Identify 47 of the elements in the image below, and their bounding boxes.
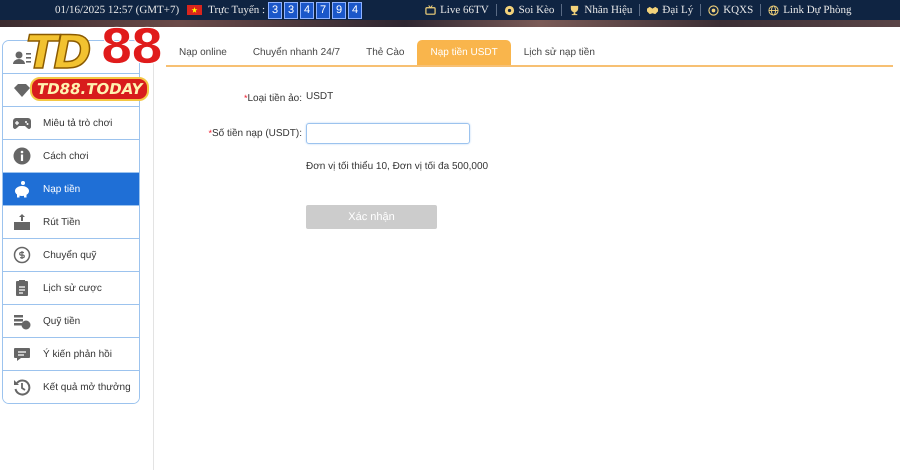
online-count-digit: 7	[316, 2, 330, 18]
amount-limit-hint: Đơn vị tối thiểu 10, Đơn vị tối đa 500,000	[306, 161, 490, 172]
sidebar-label: Ý kiến phản hồi	[43, 348, 112, 360]
currency-value: USDT	[306, 91, 334, 104]
nav-link[interactable]: Đại Lý	[640, 4, 702, 16]
nav-link[interactable]: Live 66TV	[418, 4, 497, 16]
amount-input-field[interactable]	[306, 123, 470, 144]
logo-letters: TD	[26, 25, 88, 79]
tv-icon	[425, 4, 436, 16]
online-count-digit: 9	[332, 2, 346, 18]
trophy-icon	[569, 4, 580, 16]
online-count-digit: 3	[284, 2, 298, 18]
nav-link[interactable]: Nhãn Hiệu	[562, 4, 640, 16]
sidebar-item[interactable]: Nạp tiền	[3, 173, 139, 206]
dollar-coin-icon	[13, 246, 31, 264]
nav-link[interactable]: KQXS	[701, 4, 762, 16]
field-label: *Loại tiền ảo:	[244, 92, 302, 104]
sidebar-label: Chuyển quỹ	[43, 250, 96, 260]
logo-domain-badge: TD88.TODAY	[30, 77, 150, 101]
tab[interactable]: Chuyển nhanh 24/7	[240, 40, 354, 65]
online-label: Trực Tuyến :	[208, 4, 266, 16]
tab[interactable]: Thẻ Cào	[353, 40, 418, 65]
datetime-text: 01/16/2025 12:57 (GMT+7)	[55, 4, 180, 16]
history-icon	[13, 378, 31, 396]
lottery-ball-icon	[708, 4, 720, 16]
tab[interactable]: Lịch sử nạp tiền	[510, 40, 608, 65]
info-icon	[13, 147, 31, 165]
nav-link[interactable]: Link Dự Phòng	[761, 4, 858, 16]
field-label: *Số tiền nạp (USDT):	[208, 128, 302, 139]
speech-bubble-icon	[13, 345, 31, 363]
globe-icon	[768, 4, 780, 16]
sidebar-label: Kết quả mở thưởng	[43, 382, 131, 392]
sidebar-label: Miêu tả trò chơi	[43, 118, 112, 128]
online-count-digit: 4	[300, 2, 314, 18]
piggy-bank-icon	[13, 180, 31, 198]
nav-link[interactable]: Soi Kèo	[496, 4, 562, 16]
sidebar-label: Lịch sử cược	[43, 282, 102, 294]
tab[interactable]: Nạp online	[166, 40, 240, 65]
coins-icon	[13, 312, 31, 330]
sidebar-label: Nạp tiền	[43, 184, 80, 194]
online-count-digit: 3	[268, 2, 282, 18]
flag-icon	[187, 5, 202, 15]
sidebar-label: Rút Tiền	[43, 216, 80, 228]
sidebar-label: Quỹ tiền	[43, 316, 80, 326]
sidebar-label: Cách chơi	[43, 150, 88, 162]
online-count-digit: 4	[348, 2, 362, 18]
clipboard-icon	[13, 279, 31, 297]
